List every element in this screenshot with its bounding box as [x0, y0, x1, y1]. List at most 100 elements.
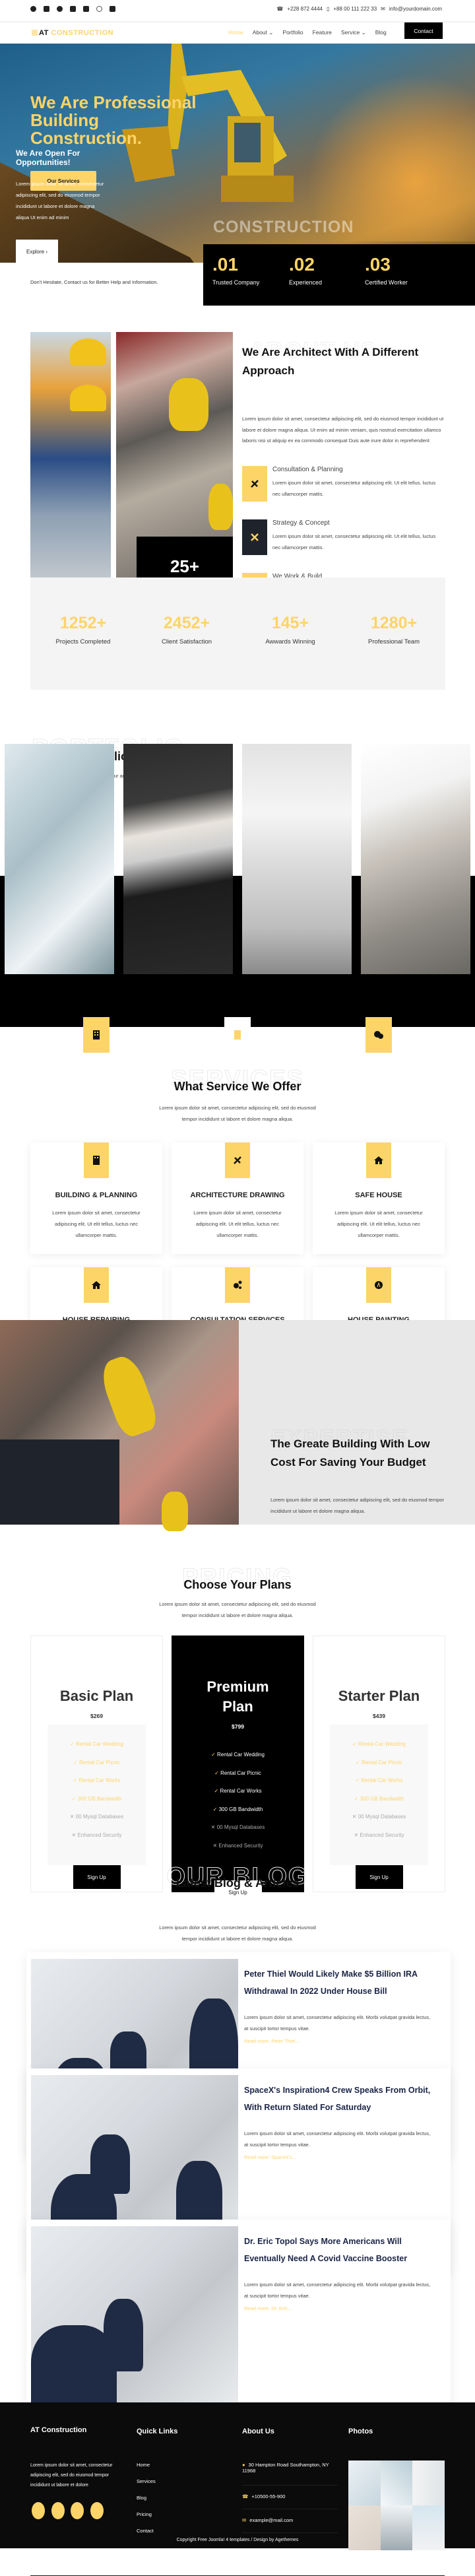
instagram-icon[interactable]	[96, 6, 102, 12]
blog-post-title[interactable]: Dr. Eric Topol Says More Americans Will …	[244, 2233, 435, 2267]
rss-icon[interactable]	[90, 2502, 104, 2519]
check-icon: ✓	[352, 1741, 357, 1747]
vimeo-icon[interactable]	[71, 2502, 84, 2519]
nav-about[interactable]: About ⌄	[253, 29, 274, 36]
portfolio-image-interior[interactable]	[242, 744, 352, 974]
footer-link-pricing[interactable]: Pricing	[137, 2511, 156, 2528]
logo[interactable]: AT CONSTRUCTION	[32, 29, 113, 37]
x-icon: ✕	[212, 1842, 218, 1849]
expertise-paragraph: Lorem ipsum dolor sit amet, consectetur …	[270, 1497, 445, 1514]
pinterest-icon[interactable]	[57, 6, 63, 12]
logo-icon	[32, 30, 38, 36]
plan-name: Premium Plan	[206, 1678, 269, 1715]
footer-about: ● 30 Hampton Road Southampton, NY 11968 ☎…	[242, 2462, 338, 2533]
pricing-title: Choose Your Plans	[183, 1578, 292, 1591]
portfolio-image-stairs[interactable]	[123, 744, 233, 974]
check-icon: ✓	[71, 1795, 77, 1802]
nav-service-label: Service	[340, 29, 360, 36]
gallery-photo[interactable]	[348, 2460, 381, 2505]
portfolio-image-atrium[interactable]	[5, 744, 114, 974]
service-card[interactable]: ARCHITECTURE DRAWING Lorem ipsum dolor s…	[172, 1142, 303, 1254]
phone-icon: ☎	[242, 2493, 249, 2499]
about-workers-image	[30, 332, 111, 614]
chevron-down-icon: ⌄	[269, 29, 274, 36]
plan-feature: ✓ Rental Car Picnic	[73, 1759, 120, 1766]
blog-post-image[interactable]	[31, 2226, 238, 2418]
read-more-link[interactable]: Read more: SpaceX's...	[244, 2154, 296, 2160]
plan-features: ✓ Rental Car Wedding ✓ Rental Car Picnic…	[330, 1725, 428, 1865]
services-title: What Service We Offer	[174, 1080, 301, 1093]
plan-feature: ✓ Rental Car Wedding	[70, 1741, 123, 1747]
x-icon: ✕	[352, 1814, 357, 1820]
map-marker-icon: ●	[242, 2462, 245, 2468]
quick-links: Home Services Blog Pricing Contact	[137, 2462, 156, 2544]
service-desc: Lorem ipsum dolor sit amet, consectetur …	[193, 1210, 282, 1238]
nav-about-label: About	[252, 29, 267, 36]
explore-label: Explore	[26, 248, 45, 255]
plan-feature: ✓ Rental Car Wedding	[211, 1752, 265, 1758]
nav-blog[interactable]: Blog	[375, 29, 387, 36]
twitter-icon[interactable]	[51, 2502, 65, 2519]
hero-title-line: Construction.	[30, 128, 142, 148]
plan-features: ✓ Rental Car Wedding ✓ Rental Car Picnic…	[189, 1735, 287, 1876]
stat-item: .02 Experienced	[289, 254, 322, 286]
read-more-link[interactable]: Read more: Peter Thiel...	[244, 2038, 300, 2044]
building-icon	[84, 1142, 109, 1178]
check-icon: ✓	[355, 1777, 360, 1783]
plan-price: $439	[373, 1713, 385, 1719]
linkedin-icon[interactable]	[83, 6, 89, 12]
footer-link-blog[interactable]: Blog	[137, 2495, 156, 2511]
blog-post-title[interactable]: Peter Thiel Would Likely Make $5 Billion…	[244, 1965, 435, 2000]
nav-feature[interactable]: Feature	[313, 29, 332, 36]
hero-stats: .01 Trusted Company .02 Experienced .03 Cer…	[203, 244, 475, 306]
read-more-link[interactable]: Read more: Dr. Eric...	[244, 2305, 292, 2311]
explore-button[interactable]: Explore ›	[16, 240, 58, 263]
facebook-icon[interactable]	[30, 6, 36, 12]
service-title: SAFE HOUSE	[355, 1191, 402, 1199]
plan-feature: ✓ Rental Car Wedding	[352, 1741, 406, 1747]
stat-label: Trusted Company	[212, 279, 260, 286]
twitter-icon[interactable]	[44, 6, 49, 12]
nav-portfolio[interactable]: Portfolio	[282, 29, 303, 36]
portfolio-image-tower[interactable]	[361, 744, 470, 974]
about-title: We Are Architect With A Different Approa…	[242, 346, 419, 377]
contact-info: ☎ +228 872 4444 ▯ +88 00 111 222 33 ✉ info@…	[276, 6, 442, 12]
flickr-icon[interactable]	[110, 6, 115, 12]
gallery-photo[interactable]	[412, 2505, 445, 2550]
plan-feature: ✕ 00 Mysql Databases	[210, 1824, 265, 1830]
open-paragraph: Lorem ipsum dolor sit amet, consectetur …	[16, 181, 104, 220]
footer-link-home[interactable]: Home	[137, 2462, 156, 2478]
drafting-compass-icon	[366, 1267, 391, 1303]
x-icon: ✕	[210, 1824, 216, 1830]
service-title: BUILDING & PLANNING	[55, 1191, 138, 1199]
stat-item: .01 Trusted Company	[212, 254, 259, 286]
footer-email[interactable]: ✉ example@mail.com	[242, 2509, 338, 2533]
mobile-icon: ▯	[326, 6, 330, 12]
counter-label: Awwards Winning	[265, 638, 315, 645]
counters-section: 1252+ Projects Completed 2452+ Client Sati…	[30, 578, 445, 690]
blog-post-title[interactable]: SpaceX's Inspiration4 Crew Speaks From O…	[244, 2082, 435, 2116]
gallery-photo[interactable]	[380, 2460, 413, 2505]
check-icon: ✓	[356, 1759, 360, 1766]
gallery-photo[interactable]	[348, 2505, 381, 2550]
plan-price: $799	[232, 1723, 244, 1730]
service-card[interactable]: BUILDING & PLANNING Lorem ipsum dolor si…	[30, 1142, 162, 1254]
gallery-photo[interactable]	[412, 2460, 445, 2505]
tools-icon	[242, 519, 267, 555]
photo-gallery	[348, 2460, 445, 2550]
building-icon	[83, 1017, 110, 1053]
youtube-icon[interactable]	[70, 6, 76, 12]
gallery-photo[interactable]	[380, 2505, 413, 2550]
nav-home[interactable]: Home	[228, 29, 243, 36]
expertise-title: The Greate Building With Low Cost For Sa…	[270, 1437, 430, 1469]
nav-service[interactable]: Service ⌄	[341, 29, 366, 36]
footer-link-services[interactable]: Services	[137, 2478, 156, 2495]
contact-button[interactable]: Contact	[404, 22, 443, 39]
service-card[interactable]: SAFE HOUSE Lorem ipsum dolor sit amet, c…	[313, 1142, 445, 1254]
plan-name: Basic Plan	[59, 1688, 134, 1704]
facebook-icon[interactable]	[32, 2502, 45, 2519]
counter-label: Projects Completed	[55, 638, 111, 645]
hero-tagline: Don't Hesitate, Contact us for Better He…	[30, 279, 158, 285]
quick-links-title: Quick Links	[137, 2427, 178, 2435]
stat-number: .01	[212, 254, 238, 275]
